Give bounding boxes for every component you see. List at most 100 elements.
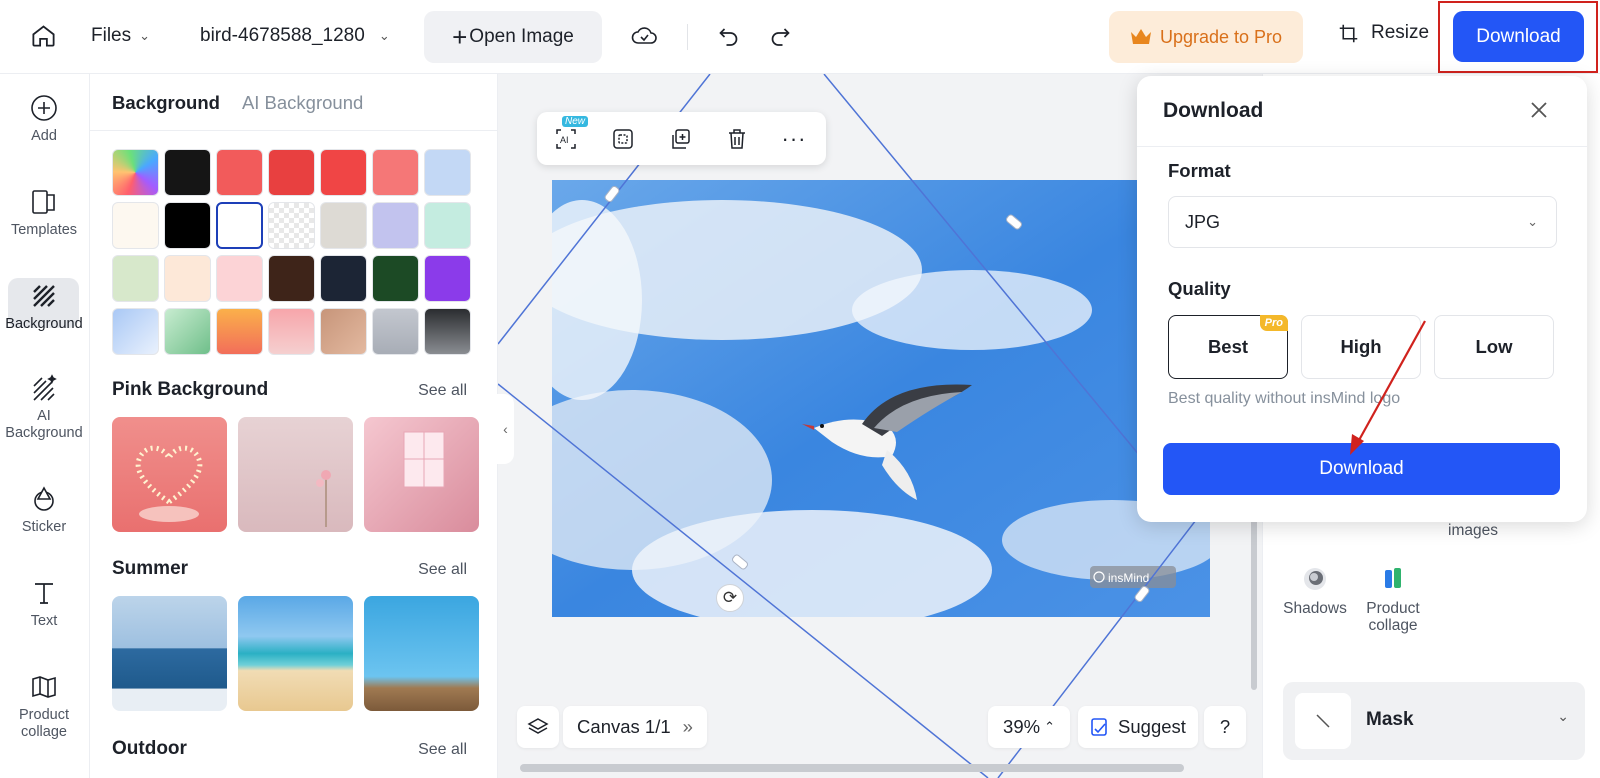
color-swatch[interactable] [268, 255, 315, 302]
filename-menu[interactable]: bird-4678588_1280 ⌄ [200, 25, 390, 47]
rotate-handle[interactable]: ⟳ [716, 584, 744, 612]
popup-title: Download [1163, 99, 1264, 122]
color-swatch[interactable] [164, 149, 211, 196]
mask-section[interactable]: Mask ⌄ [1283, 682, 1585, 760]
thumbnail-pink-window[interactable] [364, 417, 479, 532]
color-swatch[interactable] [372, 202, 419, 249]
collapse-panel-button[interactable]: ‹ [497, 394, 514, 464]
cloud-save-button[interactable] [631, 24, 658, 48]
layers-button[interactable] [517, 706, 559, 748]
chevron-down-icon: ⌄ [378, 28, 390, 43]
quality-high-button[interactable]: High [1301, 315, 1421, 379]
color-swatch[interactable] [112, 149, 159, 196]
rail-item-add[interactable]: Add [0, 94, 88, 145]
rail-item-product-collage[interactable]: Product collage [0, 673, 88, 741]
open-image-label: Open Image [469, 26, 574, 47]
format-select[interactable]: JPG ⌄ [1168, 196, 1557, 248]
rail-label: Sticker [21, 519, 67, 535]
rail-label: Templates [10, 222, 78, 238]
thumbnail-ocean[interactable] [112, 596, 227, 711]
color-swatch[interactable] [112, 255, 159, 302]
quality-low-button[interactable]: Low [1434, 315, 1554, 379]
color-swatch[interactable] [424, 255, 471, 302]
tool-product-collage[interactable]: Product collage [1353, 566, 1433, 634]
rail-item-templates[interactable]: Templates [0, 188, 88, 239]
rail-item-background[interactable]: Background [0, 282, 88, 333]
resize-handle [1006, 214, 1022, 230]
color-swatch[interactable] [372, 149, 419, 196]
color-swatch[interactable] [320, 308, 367, 355]
thumbnail-heart-lights[interactable] [112, 417, 227, 532]
open-image-button[interactable]: + Open Image [424, 11, 602, 63]
quality-label: Quality [1168, 278, 1231, 299]
color-swatch[interactable] [268, 149, 315, 196]
horizontal-scrollbar[interactable] [520, 764, 1184, 772]
background-icon [33, 285, 55, 307]
download-button[interactable]: Download [1453, 11, 1584, 62]
close-button[interactable] [1527, 98, 1551, 122]
help-button[interactable]: ? [1204, 706, 1246, 748]
color-swatch[interactable] [216, 308, 263, 355]
color-swatch[interactable] [424, 202, 471, 249]
color-swatch[interactable] [268, 308, 315, 355]
resize-button[interactable]: Resize [1338, 22, 1429, 44]
color-swatch[interactable] [424, 308, 471, 355]
upgrade-label: Upgrade to Pro [1159, 26, 1283, 47]
tab-background[interactable]: Background [112, 92, 220, 114]
thumbnail-pool[interactable] [364, 596, 479, 711]
ai-tool-button[interactable]: AI [553, 126, 579, 152]
color-swatch[interactable] [320, 255, 367, 302]
chevron-down-icon: ⌄ [1527, 214, 1538, 229]
resize-handle [1134, 585, 1150, 603]
see-all-pink[interactable]: See all [418, 382, 467, 400]
color-swatch[interactable] [164, 308, 211, 355]
popup-download-button[interactable]: Download [1163, 443, 1560, 495]
redo-button[interactable] [768, 24, 793, 48]
sticker-icon [34, 486, 54, 511]
duplicate-button[interactable] [667, 126, 693, 152]
tool-shadows[interactable]: Shadows [1275, 566, 1355, 617]
quality-best-button[interactable]: Best Pro [1168, 315, 1288, 379]
resize-label: Resize [1371, 22, 1430, 43]
color-swatch[interactable] [164, 202, 211, 249]
tab-ai-background[interactable]: AI Background [242, 92, 363, 114]
mask-label: Mask [1366, 709, 1414, 730]
zoom-control[interactable]: 39% ⌃ [988, 706, 1070, 748]
chevron-down-icon: ⌄ [1557, 708, 1569, 724]
upgrade-to-pro-button[interactable]: Upgrade to Pro [1109, 11, 1303, 63]
thumbnail-pink-flowers[interactable] [238, 417, 353, 532]
color-swatch[interactable] [320, 149, 367, 196]
select-tool-button[interactable] [610, 126, 636, 152]
color-swatch[interactable] [320, 202, 367, 249]
color-swatch[interactable] [112, 308, 159, 355]
color-swatch[interactable] [424, 149, 471, 196]
home-button[interactable] [30, 22, 57, 49]
suggest-icon [1091, 718, 1107, 736]
rail-item-ai-background[interactable]: AI Background [0, 374, 88, 442]
canvas-pages-button[interactable]: Canvas 1/1 » [563, 706, 707, 748]
color-swatch[interactable] [112, 202, 159, 249]
color-swatch[interactable] [372, 255, 419, 302]
files-menu[interactable]: Files ⌄ [91, 25, 150, 47]
color-swatch[interactable] [216, 149, 263, 196]
rail-label: Product collage [19, 707, 69, 740]
thumbnail-beach[interactable] [238, 596, 353, 711]
more-options-button[interactable]: ··· [781, 126, 807, 152]
color-swatch[interactable] [164, 255, 211, 302]
delete-button[interactable] [724, 126, 750, 152]
floating-toolbar: AI New ··· [537, 112, 826, 165]
undo-button[interactable] [716, 24, 741, 48]
background-panel: Background AI Background Pink Background… [90, 74, 498, 778]
chevron-left-icon: ‹ [503, 421, 508, 437]
tool-images[interactable]: images [1430, 522, 1516, 539]
cloud-icon [631, 27, 657, 44]
color-swatch[interactable] [268, 202, 315, 249]
color-swatch[interactable] [216, 202, 263, 249]
suggest-button[interactable]: Suggest [1078, 706, 1198, 748]
color-swatch[interactable] [372, 308, 419, 355]
see-all-outdoor[interactable]: See all [418, 741, 467, 759]
see-all-summer[interactable]: See all [418, 561, 467, 579]
rail-item-sticker[interactable]: Sticker [0, 485, 88, 536]
color-swatch[interactable] [216, 255, 263, 302]
rail-item-text[interactable]: Text [0, 579, 88, 630]
